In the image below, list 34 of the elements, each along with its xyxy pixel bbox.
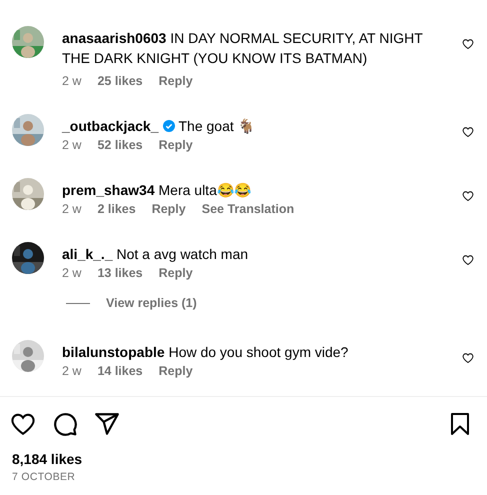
heart-icon[interactable] bbox=[462, 38, 474, 50]
verified-badge-icon bbox=[162, 120, 174, 132]
heart-icon[interactable] bbox=[462, 126, 474, 138]
heart-icon[interactable] bbox=[462, 190, 474, 202]
comment-text: ali_k_._ Not a avg watch man bbox=[62, 245, 250, 264]
share-icon[interactable] bbox=[94, 411, 120, 437]
like-icon[interactable] bbox=[10, 411, 36, 437]
reply-link[interactable]: Reply bbox=[158, 138, 193, 152]
comment-text: anasaarish0603 IN DAY NORMAL SECURITY, AT NIGHT THE DARK KNIGHT (YOU KNOW ITS BATMAN) bbox=[62, 29, 424, 68]
heart-icon[interactable] bbox=[462, 254, 474, 266]
comment-time: 2 w bbox=[62, 138, 82, 152]
bookmark-icon[interactable] bbox=[449, 412, 471, 436]
likes-count[interactable]: 8,184 likes bbox=[0, 437, 487, 467]
reply-link[interactable]: Reply bbox=[152, 202, 186, 216]
comment-text: _outbackjack_ The goat 🐐 bbox=[62, 117, 256, 136]
comment-likes[interactable]: 14 likes bbox=[97, 364, 143, 378]
reply-link[interactable]: Reply bbox=[158, 74, 193, 88]
comment-time: 2 w bbox=[62, 202, 82, 216]
reply-link[interactable]: Reply bbox=[158, 364, 193, 378]
comment-likes[interactable]: 25 likes bbox=[97, 74, 143, 88]
reply-link[interactable]: Reply bbox=[158, 266, 193, 280]
post-date: 7 OCTOBER bbox=[11, 470, 76, 483]
heart-icon[interactable] bbox=[462, 352, 474, 364]
view-replies-link[interactable]: View replies (1) bbox=[106, 296, 197, 310]
comment-text: prem_shaw34 Mera ulta😂😂 bbox=[62, 181, 252, 200]
comment-likes[interactable]: 2 likes bbox=[97, 202, 136, 216]
comment-icon[interactable] bbox=[52, 411, 78, 437]
translation-link[interactable]: See Translation bbox=[202, 202, 294, 216]
comment-time: 2 w bbox=[62, 266, 82, 280]
comment-text: bilalunstopable How do you shoot gym vide? bbox=[62, 343, 350, 362]
comment-likes[interactable]: 52 likes bbox=[97, 138, 143, 152]
comment-time: 2 w bbox=[62, 364, 82, 378]
comment-time: 2 w bbox=[62, 74, 82, 88]
comment-likes[interactable]: 13 likes bbox=[97, 266, 143, 280]
